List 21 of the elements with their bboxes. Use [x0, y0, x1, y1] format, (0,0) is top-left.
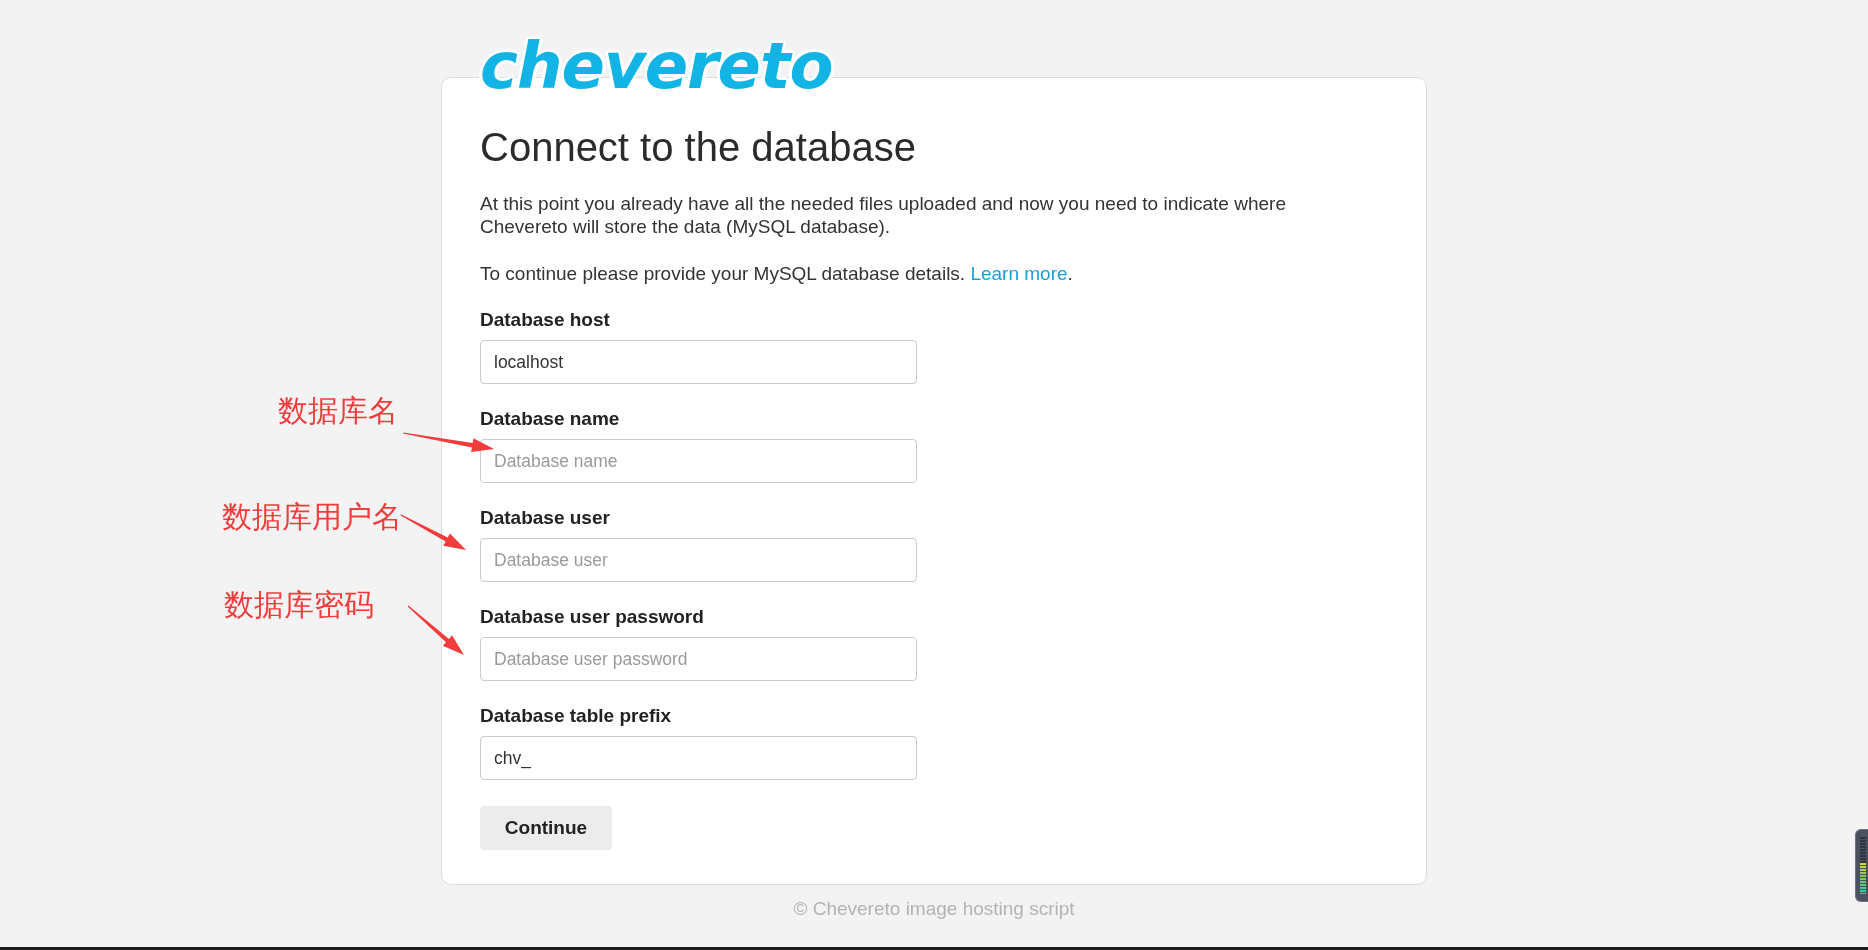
annotation-arrow: [407, 605, 464, 655]
field-label: Database table prefix: [480, 705, 673, 727]
annotation-text: 数据库用户名: [222, 499, 402, 535]
instruction-text: To continue please provide your MySQL database details. Learn more.: [480, 262, 1074, 285]
input-field[interactable]: chv_: [480, 736, 917, 780]
input-field[interactable]: Database user password: [480, 637, 917, 681]
annotation-text: 数据库密码: [224, 587, 374, 623]
annotation-text: 数据库名: [278, 393, 398, 429]
intro-text: At this point you already have all the needed files uploaded and now you need to indicate where Chevereto will store the data (MySQL database).: [480, 192, 1287, 238]
input-field[interactable]: localhost: [480, 340, 917, 384]
continue-button[interactable]: Continue: [480, 806, 612, 850]
page-heading: Connect to the database: [480, 124, 917, 171]
field-label: Database host: [480, 309, 611, 331]
field-label: Database user password: [480, 606, 705, 628]
field-label: Database user: [480, 507, 611, 529]
annotation-arrow: [400, 514, 466, 550]
input-field[interactable]: Database name: [480, 439, 917, 483]
field-label: Database name: [480, 408, 621, 430]
footer-text: © Chevereto image hosting script: [792, 897, 1076, 920]
input-field[interactable]: Database user: [480, 538, 917, 582]
chevereto-logo: chevereto: [480, 35, 833, 97]
